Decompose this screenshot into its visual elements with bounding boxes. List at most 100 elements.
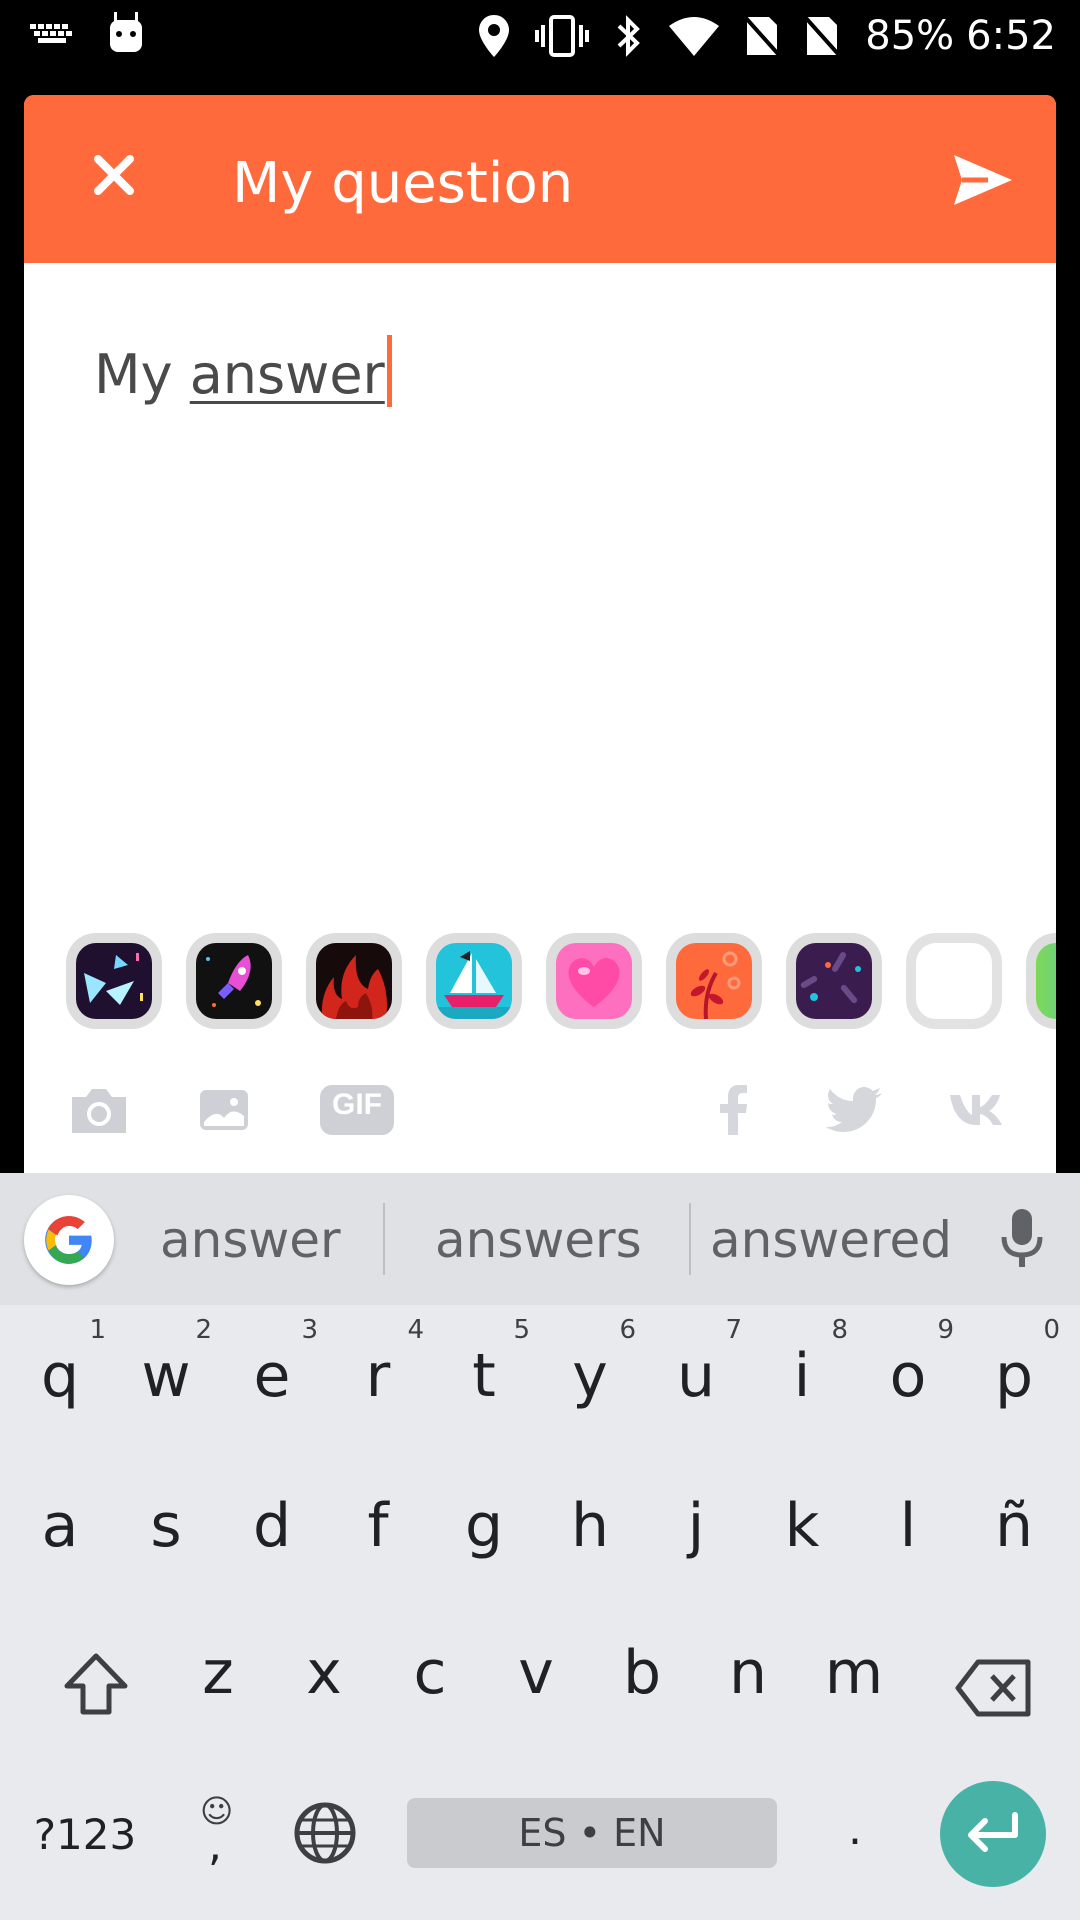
theme-confetti[interactable] — [66, 933, 162, 1029]
close-button[interactable] — [84, 145, 144, 205]
camera-icon — [72, 1089, 126, 1133]
sprinkles-icon — [796, 943, 872, 1019]
key-w[interactable]: w2 — [116, 1315, 216, 1435]
suggestion-3[interactable]: answered — [710, 1211, 952, 1269]
twitter-share-button[interactable] — [826, 1075, 882, 1145]
language-key[interactable] — [280, 1780, 370, 1900]
send-button[interactable] — [948, 145, 1018, 215]
heart-icon — [556, 943, 632, 1019]
card-header: My question — [24, 95, 1056, 263]
theme-picker — [66, 933, 1056, 1029]
key-k[interactable]: k — [752, 1465, 852, 1585]
enter-key[interactable] — [940, 1781, 1046, 1887]
key-q[interactable]: q1 — [10, 1315, 110, 1435]
rocket-icon — [196, 943, 272, 1019]
backspace-key[interactable] — [940, 1620, 1050, 1740]
status-bar: 85% 6:52 — [0, 0, 1080, 72]
enter-icon — [968, 1812, 1018, 1852]
keyboard-icon — [30, 18, 74, 48]
suggestion-1[interactable]: answer — [160, 1211, 341, 1269]
google-button[interactable] — [24, 1195, 114, 1285]
android-icon — [108, 12, 144, 54]
key-f[interactable]: f — [328, 1465, 428, 1585]
symbols-key[interactable]: ?123 — [20, 1780, 150, 1900]
bluetooth-icon — [615, 15, 643, 57]
theme-heart[interactable] — [546, 933, 642, 1029]
answer-card: My question My answer GIF — [24, 95, 1056, 1195]
key-v[interactable]: v — [486, 1620, 586, 1740]
theme-rocket[interactable] — [186, 933, 282, 1029]
key-p[interactable]: p0 — [964, 1315, 1064, 1435]
key-u[interactable]: u7 — [646, 1315, 746, 1435]
no-sim-icon-2 — [805, 15, 840, 57]
clock: 6:52 — [966, 13, 1056, 59]
key-y[interactable]: y6 — [540, 1315, 640, 1435]
key-c[interactable]: c — [380, 1620, 480, 1740]
vibrate-icon — [535, 15, 590, 57]
page-title: My question — [232, 151, 574, 216]
space-key[interactable]: ES • EN — [407, 1798, 777, 1868]
voice-input-button[interactable] — [1000, 1209, 1044, 1274]
suggestion-2[interactable]: answers — [435, 1211, 642, 1269]
answer-text-prefix: My — [94, 343, 190, 406]
vk-share-button[interactable] — [948, 1075, 1004, 1145]
camera-button[interactable] — [68, 1075, 130, 1145]
comma-key[interactable]: ☺ , — [170, 1780, 260, 1900]
image-icon — [200, 1090, 248, 1130]
vk-icon — [950, 1095, 1002, 1125]
facebook-icon — [720, 1085, 747, 1135]
theme-sprinkles[interactable] — [786, 933, 882, 1029]
google-icon — [45, 1216, 92, 1264]
theme-gradient[interactable] — [1026, 933, 1056, 1029]
globe-icon — [294, 1802, 356, 1864]
answer-input[interactable]: My answer — [94, 335, 392, 407]
gif-button[interactable]: GIF — [320, 1075, 394, 1145]
key-n-tilde[interactable]: ñ — [964, 1465, 1064, 1585]
key-l[interactable]: l — [858, 1465, 958, 1585]
theme-fire[interactable] — [306, 933, 402, 1029]
confetti-icon — [76, 943, 152, 1019]
key-j[interactable]: j — [646, 1465, 746, 1585]
key-d[interactable]: d — [222, 1465, 322, 1585]
key-e[interactable]: e3 — [222, 1315, 322, 1435]
backspace-icon — [955, 1659, 1031, 1717]
sailboat-icon — [436, 943, 512, 1019]
suggestion-divider — [689, 1203, 691, 1275]
microphone-icon — [1001, 1209, 1043, 1267]
suggestion-strip: answer answers answered — [0, 1173, 1080, 1305]
key-m[interactable]: m — [804, 1620, 904, 1740]
answer-text-composing: answer — [189, 343, 385, 406]
battery-text: 85% — [865, 13, 955, 59]
shift-icon — [64, 1653, 128, 1715]
send-icon — [954, 155, 1012, 205]
attachment-toolbar: GIF — [24, 1075, 1056, 1145]
facebook-share-button[interactable] — [718, 1075, 748, 1145]
theme-flowers[interactable] — [666, 933, 762, 1029]
period-key[interactable]: . — [810, 1780, 900, 1900]
key-n[interactable]: n — [698, 1620, 798, 1740]
key-z[interactable]: z — [168, 1620, 268, 1740]
key-x[interactable]: x — [274, 1620, 374, 1740]
location-icon — [479, 15, 510, 57]
key-i[interactable]: i8 — [752, 1315, 852, 1435]
twitter-icon — [826, 1087, 882, 1132]
key-s[interactable]: s — [116, 1465, 216, 1585]
key-h[interactable]: h — [540, 1465, 640, 1585]
text-cursor — [386, 335, 392, 407]
key-o[interactable]: o9 — [858, 1315, 958, 1435]
key-b[interactable]: b — [592, 1620, 692, 1740]
key-t[interactable]: t5 — [434, 1315, 534, 1435]
key-a[interactable]: a — [10, 1465, 110, 1585]
no-sim-icon — [745, 15, 780, 57]
gif-label: GIF — [332, 1088, 382, 1121]
theme-sailboat[interactable] — [426, 933, 522, 1029]
theme-blank[interactable] — [906, 933, 1002, 1029]
gallery-button[interactable] — [198, 1075, 250, 1145]
close-icon — [94, 155, 134, 195]
shift-key[interactable] — [36, 1620, 156, 1740]
key-g[interactable]: g — [434, 1465, 534, 1585]
suggestion-divider — [383, 1203, 385, 1275]
wifi-icon — [669, 16, 720, 56]
flowers-icon — [676, 943, 752, 1019]
key-r[interactable]: r4 — [328, 1315, 428, 1435]
